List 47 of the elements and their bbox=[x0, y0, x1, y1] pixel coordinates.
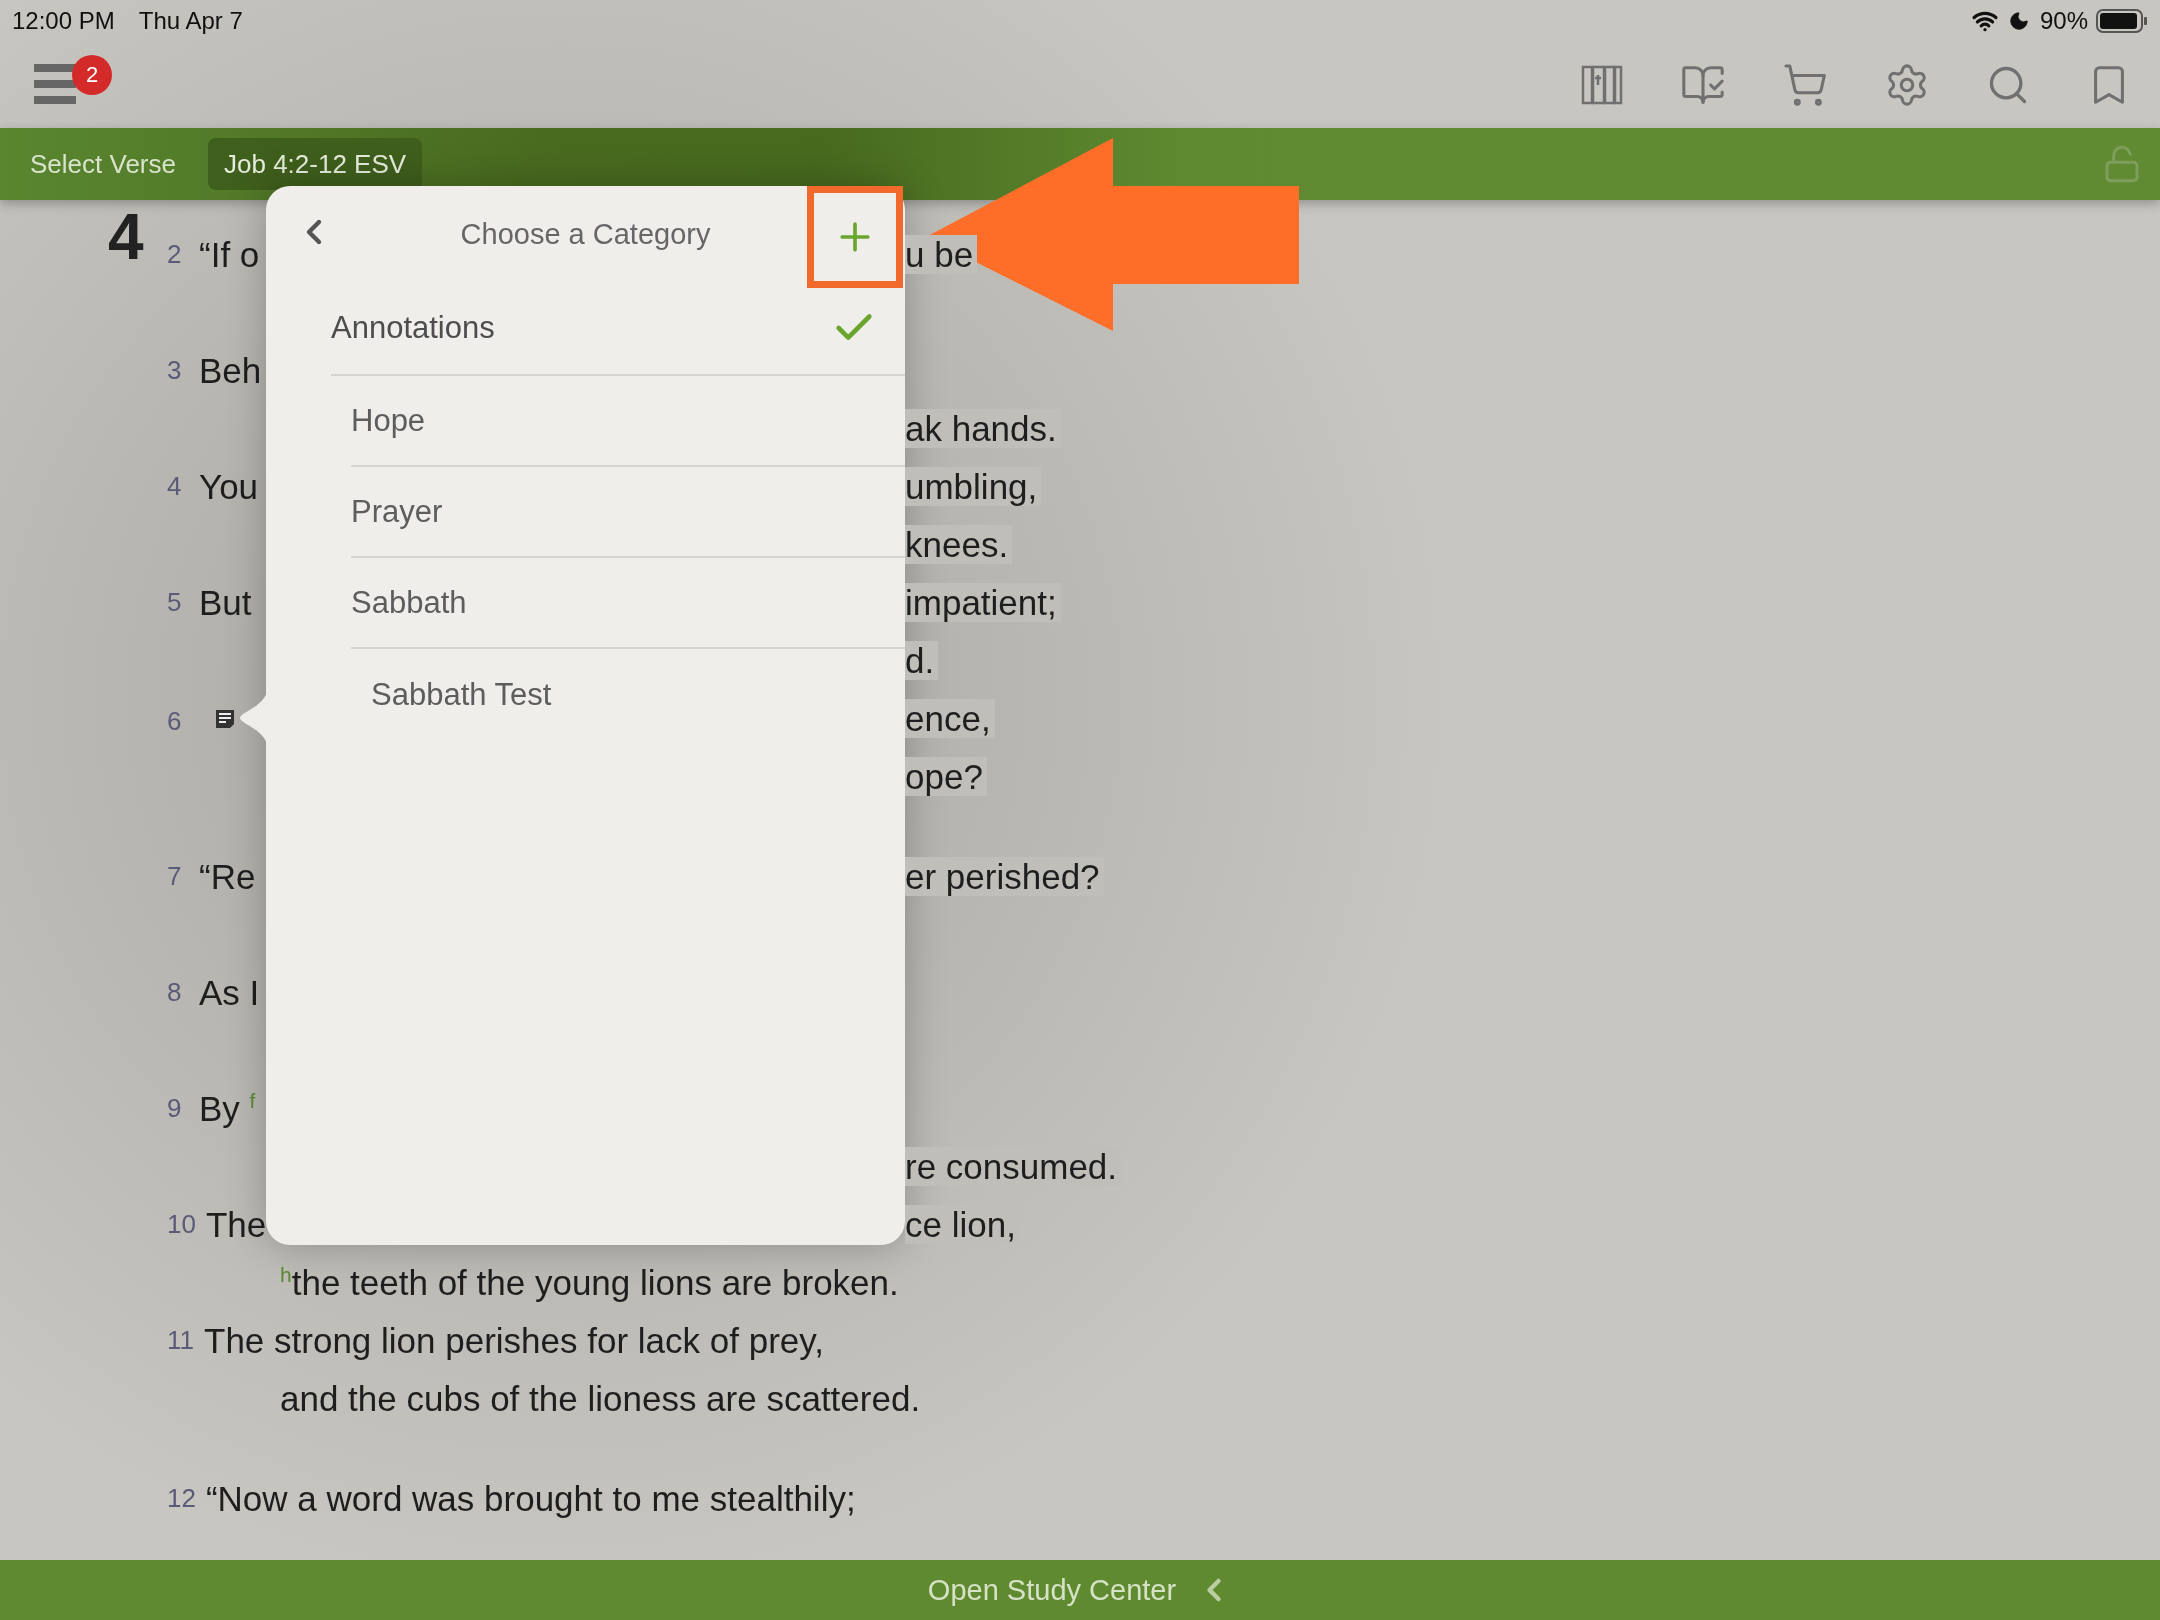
chapter-number: 4 bbox=[108, 200, 144, 274]
verse-text: The bbox=[205, 1205, 267, 1245]
popover-title: Choose a Category bbox=[460, 217, 711, 251]
category-item[interactable]: Sabbath bbox=[351, 558, 905, 649]
verse-text: d. bbox=[905, 641, 939, 680]
verse-text: “If o bbox=[199, 235, 260, 275]
verse-text: But bbox=[199, 583, 252, 623]
verse-text: “Re bbox=[199, 857, 256, 897]
menu-button[interactable]: 2 bbox=[34, 52, 118, 117]
category-item[interactable]: Hope bbox=[351, 376, 905, 467]
verse-number: 7 bbox=[167, 861, 183, 892]
verse-number: 5 bbox=[167, 587, 183, 618]
verse-text: er perished? bbox=[905, 857, 1104, 896]
verse-text: $^{h}$the teeth of the young lions are broken. bbox=[280, 1263, 899, 1303]
verse-text: umbling, bbox=[905, 467, 1042, 506]
verse-text: As I bbox=[199, 973, 260, 1013]
status-date: Thu Apr 7 bbox=[138, 6, 243, 35]
verse-text: You bbox=[199, 467, 259, 507]
verse-text: impatient; bbox=[905, 583, 1061, 622]
verse-number: 6 bbox=[167, 705, 183, 737]
verse-text: By $^{f}$ bbox=[199, 1089, 256, 1129]
verse-number: 9 bbox=[167, 1093, 183, 1124]
verse-text: and the cubs of the lioness are scattered. bbox=[280, 1379, 921, 1419]
category-item[interactable]: Annotations bbox=[331, 282, 905, 376]
category-item[interactable]: Prayer bbox=[351, 467, 905, 558]
verse-number: 3 bbox=[167, 355, 183, 386]
verse-text: The strong lion perishes for lack of prey, bbox=[204, 1321, 824, 1361]
battery-percent: 90% bbox=[2039, 6, 2088, 35]
verse-text: “Now a word was brought to me stealthily; bbox=[205, 1479, 856, 1519]
verse-number: 4 bbox=[167, 471, 183, 502]
select-verse-button[interactable]: Select Verse bbox=[30, 148, 176, 180]
verse-number: 10 bbox=[167, 1209, 196, 1240]
reference-button[interactable]: Job 4:2-12 ESV bbox=[208, 138, 423, 190]
verse-number: 11 bbox=[167, 1325, 194, 1356]
verse-text: ak hands. bbox=[905, 409, 1061, 448]
verse-text: u be bbox=[905, 235, 978, 274]
verse-text: ence, bbox=[905, 699, 995, 738]
verse-text: knees. bbox=[905, 525, 1013, 564]
verse-text: ope? bbox=[905, 757, 987, 796]
status-time: 12:00 PM bbox=[12, 6, 115, 35]
category-item[interactable]: Sabbath Test bbox=[371, 649, 905, 740]
verse-text: Beh bbox=[199, 351, 262, 391]
verse-number: 8 bbox=[167, 977, 183, 1008]
verse-number: 2 bbox=[167, 239, 183, 270]
notification-badge: 2 bbox=[72, 54, 112, 95]
verse-number: 12 bbox=[167, 1483, 196, 1514]
open-study-center-button[interactable]: Open Study Center bbox=[927, 1573, 1177, 1607]
